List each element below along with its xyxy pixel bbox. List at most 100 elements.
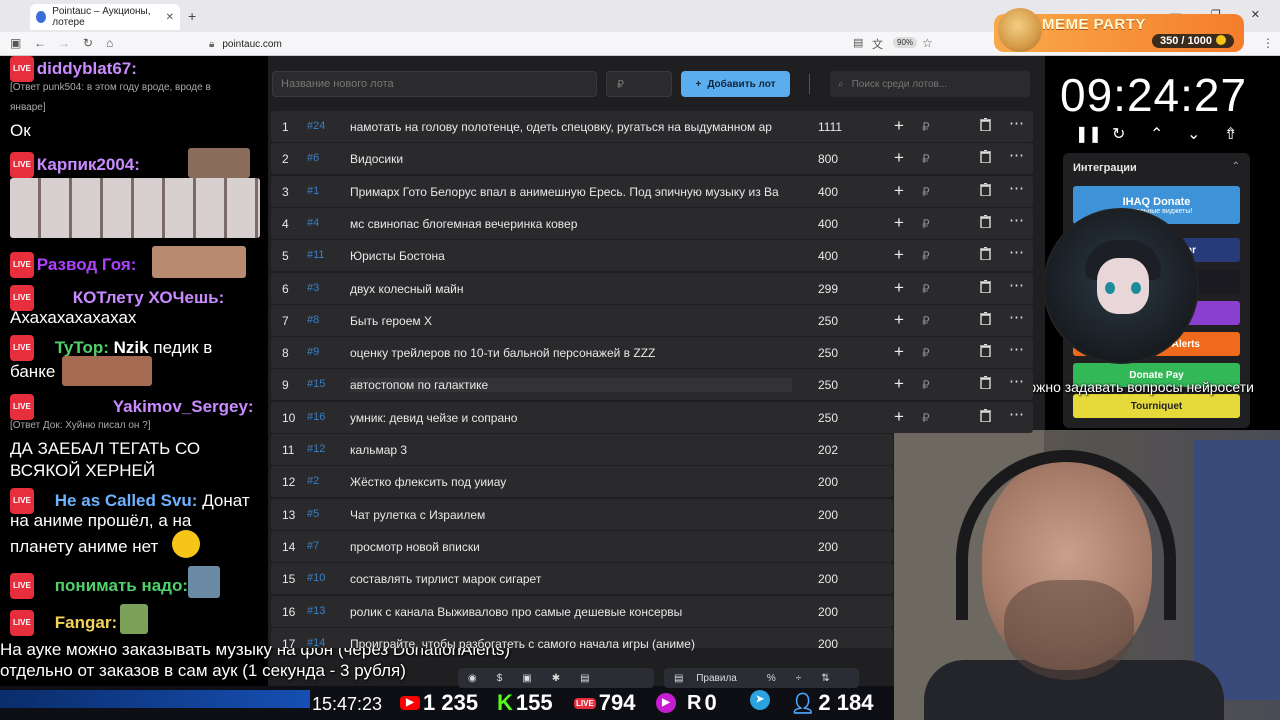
lot-amount[interactable]: 200 [818, 605, 838, 619]
ruble-icon[interactable]: ₽ [922, 152, 930, 166]
more-options-icon[interactable]: ⋯ [1009, 211, 1024, 229]
lot-row[interactable]: 3 #1 Примарх Гото Белорус впал в анимешную… [271, 176, 1033, 207]
lot-name[interactable]: Примарх Гото Белорус впал в анимешную Ер… [350, 185, 792, 199]
lot-amount[interactable]: 299 [818, 282, 838, 296]
new-lot-name-input[interactable]: Название нового лота [272, 71, 597, 97]
pause-icon[interactable]: ❚❚ [1075, 124, 1102, 144]
bug-icon[interactable]: ✱ [542, 673, 570, 684]
new-tab-icon[interactable]: + [188, 8, 196, 24]
chevron-down-icon[interactable]: ⌄ [1187, 124, 1200, 144]
trash-icon[interactable] [980, 183, 991, 196]
lot-name[interactable]: Юристы Бостона [350, 249, 792, 263]
trash-icon[interactable] [980, 215, 991, 228]
ruble-icon[interactable]: ₽ [922, 346, 930, 360]
lot-amount[interactable]: 250 [818, 346, 838, 360]
lot-row[interactable]: 6 #3 двух колесный майн 299 + ₽ ⋯ [271, 273, 1033, 304]
lot-amount[interactable]: 800 [818, 152, 838, 166]
lot-id[interactable]: #10 [307, 572, 325, 584]
more-options-icon[interactable]: ⋯ [1009, 243, 1024, 261]
reader-icon[interactable]: ▤ [853, 36, 863, 49]
lot-amount[interactable]: 1111 [818, 120, 842, 134]
forward-icon[interactable]: → [58, 36, 70, 50]
tourniquet-button[interactable]: Tourniquet [1073, 394, 1240, 418]
more-options-icon[interactable]: ⋯ [1009, 276, 1024, 294]
add-amount-icon[interactable]: + [894, 278, 904, 298]
translate-icon[interactable]: 文 [872, 36, 883, 52]
more-options-icon[interactable]: ⋯ [1009, 146, 1024, 164]
home-icon[interactable]: ⌂ [106, 36, 113, 50]
divide-icon[interactable]: ÷ [786, 673, 812, 684]
dollar-icon[interactable]: $ [487, 673, 513, 684]
lot-id[interactable]: #16 [307, 411, 325, 423]
reload-icon[interactable]: ↻ [83, 36, 93, 50]
trash-icon[interactable] [980, 247, 991, 260]
close-tab-icon[interactable]: ✕ [166, 12, 174, 23]
menu-icon[interactable]: ⋮ [1262, 36, 1274, 50]
lot-name[interactable]: Проиграйте, чтобы разбогатеть с самого н… [350, 637, 792, 651]
lot-name[interactable]: автостопом по галактике [350, 378, 792, 392]
lot-name[interactable]: Видосики [350, 152, 792, 166]
lot-id[interactable]: #14 [307, 637, 325, 649]
lot-name[interactable]: двух колесный майн [350, 282, 792, 296]
lot-id[interactable]: #9 [307, 346, 319, 358]
lot-row[interactable]: 7 #8 Быть героем Х 250 + ₽ ⋯ [271, 305, 1033, 336]
trash-icon[interactable] [980, 280, 991, 293]
ruble-icon[interactable]: ₽ [922, 282, 930, 296]
lot-name[interactable]: кальмар 3 [350, 443, 792, 457]
lot-name[interactable]: оценку трейлеров по 10-ти бальной персон… [350, 346, 792, 360]
add-amount-icon[interactable]: + [894, 213, 904, 233]
lot-row[interactable]: 17 #14 Проиграйте, чтобы разбогатеть с сам… [271, 628, 893, 651]
lot-row[interactable]: 14 #7 просмотр новой вписки 200 [271, 531, 893, 562]
lot-name[interactable]: ролик с канала Выживалово про самые деше… [350, 605, 792, 619]
lot-row[interactable]: 8 #9 оценку трейлеров по 10-ти бальной пер… [271, 337, 1033, 368]
trash-icon[interactable] [980, 344, 991, 357]
double-up-icon[interactable]: ⇮ [1224, 124, 1237, 144]
close-window-icon[interactable]: ✕ [1251, 8, 1260, 21]
more-options-icon[interactable]: ⋯ [1009, 372, 1024, 390]
add-amount-icon[interactable]: + [894, 407, 904, 427]
lot-name[interactable]: умник: девид чейзе и сопрано [350, 411, 792, 425]
lot-row[interactable]: 12 #2 Жёстко флексить под уииау 200 [271, 466, 893, 497]
ruble-icon[interactable]: ₽ [922, 314, 930, 328]
lot-id[interactable]: #8 [307, 314, 319, 326]
rules-button[interactable]: ▤ Правила [664, 673, 757, 684]
lot-row[interactable]: 2 #6 Видосики 800 + ₽ ⋯ [271, 143, 1033, 174]
ruble-icon[interactable]: ₽ [922, 378, 930, 392]
ruble-icon[interactable]: ₽ [922, 185, 930, 199]
new-lot-price-input[interactable]: ₽ [606, 71, 672, 97]
address-bar[interactable]: 🔒︎ pointauc.com [205, 36, 945, 53]
reset-icon[interactable]: ↻ [1112, 124, 1125, 144]
lot-name[interactable]: просмотр новой вписки [350, 540, 792, 554]
lot-amount[interactable]: 400 [818, 217, 838, 231]
more-options-icon[interactable]: ⋯ [1009, 179, 1024, 197]
add-amount-icon[interactable]: + [894, 181, 904, 201]
add-amount-icon[interactable]: + [894, 116, 904, 136]
lot-id[interactable]: #4 [307, 217, 319, 229]
lot-amount[interactable]: 200 [818, 637, 838, 651]
lot-row[interactable]: 11 #12 кальмар 3 202 [271, 434, 893, 465]
lot-id[interactable]: #12 [307, 443, 325, 455]
lot-name[interactable]: Быть героем Х [350, 314, 792, 328]
lot-id[interactable]: #13 [307, 605, 325, 617]
trash-icon[interactable] [980, 409, 991, 422]
ruble-icon[interactable]: ₽ [922, 120, 930, 134]
percent-icon[interactable]: % [757, 673, 786, 684]
lot-name[interactable]: мс свинопас блогемная вечеринка ковер [350, 217, 792, 231]
lot-id[interactable]: #7 [307, 540, 319, 552]
add-amount-icon[interactable]: + [894, 310, 904, 330]
lot-id[interactable]: #11 [307, 249, 325, 261]
browser-tab[interactable]: Pointauc – Аукционы, лотере ✕ [30, 4, 180, 30]
lot-id[interactable]: #5 [307, 508, 319, 520]
lot-name[interactable]: намотать на голову полотенце, одеть спец… [350, 120, 792, 134]
lot-id[interactable]: #2 [307, 475, 319, 487]
add-amount-icon[interactable]: + [894, 148, 904, 168]
lot-amount[interactable]: 400 [818, 185, 838, 199]
trash-icon[interactable] [980, 376, 991, 389]
lot-row[interactable]: 4 #4 мс свинопас блогемная вечеринка ковер… [271, 208, 1033, 239]
lot-row[interactable]: 5 #11 Юристы Бостона 400 + ₽ ⋯ [271, 240, 1033, 271]
lot-id[interactable]: #3 [307, 282, 319, 294]
lot-id[interactable]: #1 [307, 185, 319, 197]
ruble-icon[interactable]: ₽ [922, 217, 930, 231]
github-icon[interactable]: ◉ [458, 673, 487, 684]
more-options-icon[interactable]: ⋯ [1009, 340, 1024, 358]
